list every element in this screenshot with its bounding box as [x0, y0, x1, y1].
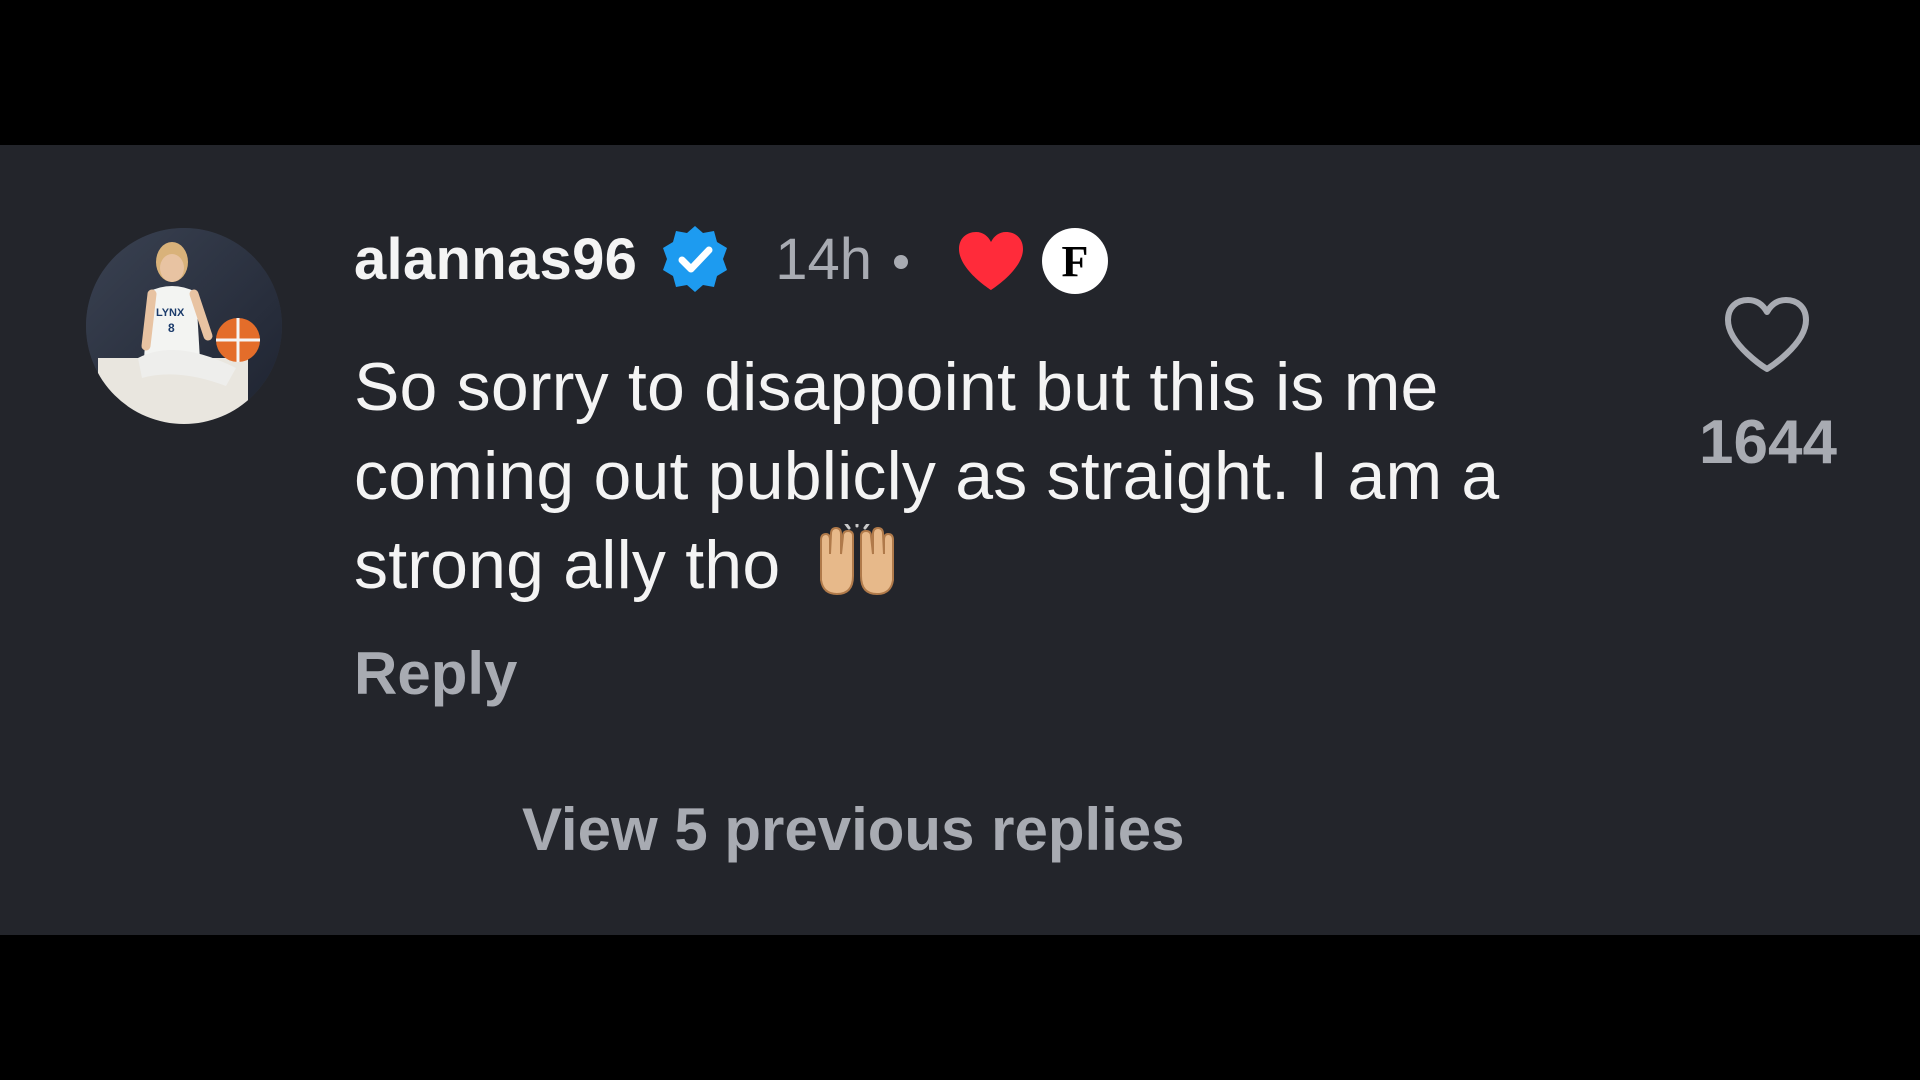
- heart-outline-icon[interactable]: [1722, 295, 1812, 375]
- creator-liked-heart-icon: [956, 230, 1026, 292]
- creator-badge-letter: F: [1061, 236, 1089, 286]
- comment-text: So sorry to disappoint but this is me co…: [354, 349, 1500, 603]
- comment-time: 14h: [775, 226, 872, 292]
- username[interactable]: alannas96: [354, 226, 637, 293]
- raising-hands-icon: [813, 518, 901, 602]
- comment-header: alannas96 14h F: [354, 219, 1108, 299]
- reply-button[interactable]: Reply: [354, 639, 517, 708]
- letterbox-bottom: [0, 935, 1920, 1080]
- verified-badge-icon: [659, 223, 731, 295]
- comment-panel: LYNX 8 alannas96 14h F So sorry to disap…: [0, 145, 1920, 935]
- view-previous-replies-button[interactable]: View 5 previous replies: [522, 795, 1185, 864]
- letterbox-top: [0, 0, 1920, 145]
- like-count: 1644: [1699, 408, 1837, 477]
- separator-dot: [894, 255, 908, 269]
- svg-text:LYNX: LYNX: [156, 307, 185, 319]
- creator-avatar-badge: F: [1042, 228, 1108, 294]
- comment-text-block: So sorry to disappoint but this is me co…: [354, 343, 1604, 610]
- avatar[interactable]: LYNX 8: [86, 228, 282, 424]
- svg-text:8: 8: [168, 321, 175, 335]
